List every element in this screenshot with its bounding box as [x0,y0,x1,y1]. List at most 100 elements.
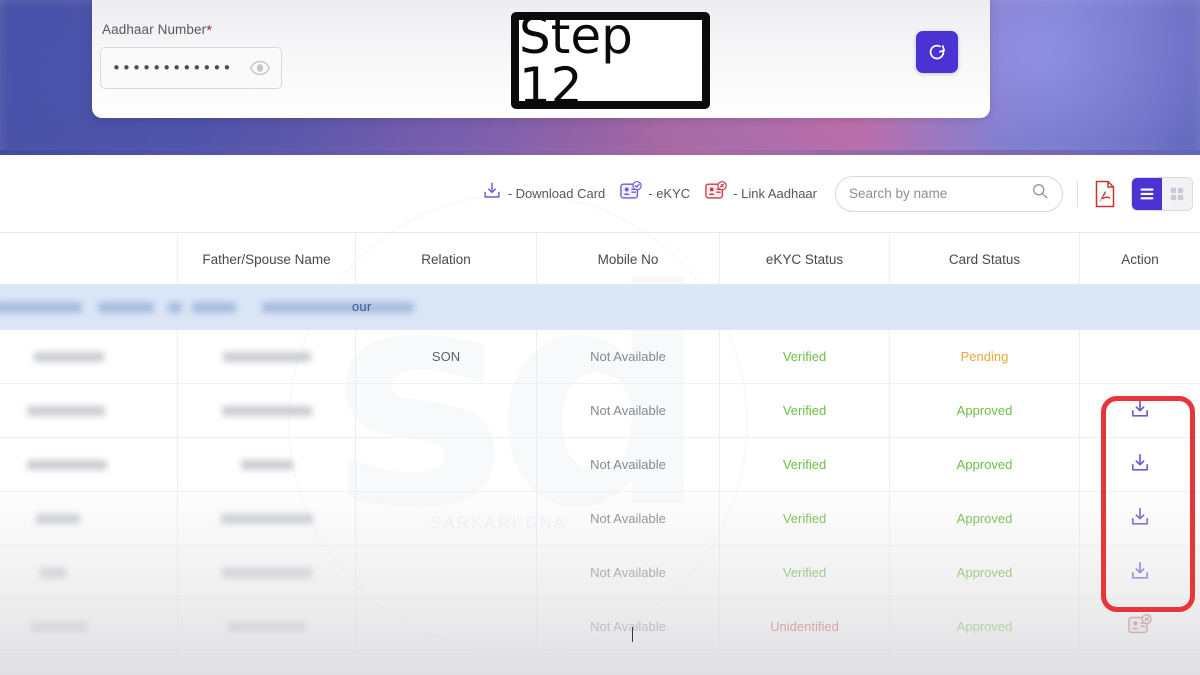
selected-row-visible-tail: our [352,299,372,314]
cell-relation [356,599,537,654]
cell-card-status: Pending [890,329,1080,384]
column-header-card-status[interactable]: Card Status [890,233,1080,286]
cell-mobile-no: Not Available [537,383,720,438]
cell-card-status: Approved [890,545,1080,600]
cell-ekyc-status: Verified [720,545,890,600]
link-aadhaar-button[interactable] [1127,613,1153,640]
text-cursor [632,627,633,642]
redacted-text [168,302,182,313]
cell-father-spouse [178,437,356,492]
download-card-button[interactable] [1128,397,1152,424]
search-box[interactable] [835,175,1063,212]
download-icon [1131,561,1149,579]
legend-link-aadhaar-label: - Link Aadhaar [733,186,817,201]
list-view-icon [1140,188,1154,199]
toolbar-divider [1077,180,1078,207]
grid-view-button[interactable] [1162,177,1192,210]
column-header-mobile-no[interactable]: Mobile No [537,233,720,286]
search-input[interactable] [849,186,1031,201]
aadhaar-number-input[interactable]: •••••••••••• [100,47,282,89]
cell-mobile-no: Not Available [537,599,720,654]
cell-father-spouse [178,599,356,654]
column-header-ekyc-status[interactable]: eKYC Status [720,233,890,286]
redacted-text [227,621,306,632]
cell-name [0,545,178,600]
redacted-text [98,302,154,313]
link-aadhaar-card-icon [704,180,728,207]
link-aadhaar-card-icon [1128,614,1152,634]
ekyc-card-icon [619,180,643,207]
table-row[interactable]: Not Available Verified Approved [0,545,1200,600]
app-screen: Aadhaar Number* •••••••••••• Step 12 sd … [0,0,1200,675]
cell-father-spouse [178,545,356,600]
download-icon [1131,507,1149,525]
redacted-text [30,621,87,632]
download-icon [481,180,503,207]
step-badge-label: Step 12 [519,6,633,115]
redacted-text [221,567,312,578]
cell-action [1080,600,1200,654]
redacted-text [35,513,80,524]
cell-ekyc-status: Verified [720,437,890,492]
table-row[interactable]: Not Available Verified Approved [0,491,1200,546]
eye-icon[interactable] [243,51,277,85]
step-badge: Step 12 [511,6,710,115]
member-table: Father/Spouse Name Relation Mobile No eK… [0,232,1200,654]
required-asterisk: * [206,22,213,39]
download-card-button[interactable] [1128,505,1152,532]
cell-action [1080,384,1200,438]
aadhaar-masked-value: •••••••••••• [112,60,233,76]
redacted-text [33,351,104,362]
cell-card-status: Approved [890,491,1080,546]
cell-name [0,383,178,438]
legend-link-aadhaar: - Link Aadhaar [704,180,817,207]
table-row[interactable]: SON Not Available Verified Pending [0,329,1200,384]
table-row[interactable]: Not Available Verified Approved [0,437,1200,492]
redacted-text [262,302,414,313]
cell-action [1080,546,1200,600]
view-toggle[interactable] [1132,177,1192,210]
refresh-button[interactable] [916,31,958,73]
table-row[interactable]: Not Available Verified Approved [0,383,1200,438]
cell-father-spouse [178,329,356,384]
download-card-button[interactable] [1128,559,1152,586]
refresh-icon [929,44,946,60]
table-toolbar: - Download Card - eKYC - Link Aadhaar Se… [0,155,1200,232]
cell-relation [356,383,537,438]
redacted-text [222,351,311,362]
cell-ekyc-status: Verified [720,491,890,546]
legend-ekyc-label: - eKYC [648,186,691,201]
column-header-action[interactable]: Action [1080,233,1200,286]
selected-summary-row[interactable]: our [0,285,1200,330]
cell-mobile-no: Not Available [537,437,720,492]
download-card-button[interactable] [1128,451,1152,478]
legend-download-card: - Download Card [481,180,606,207]
redacted-text [0,302,82,313]
cell-card-status: Approved [890,437,1080,492]
cell-ekyc-status: Verified [720,329,890,384]
legend-download-card-label: - Download Card [507,186,606,201]
download-icon [1131,453,1149,471]
column-header-name[interactable] [0,233,178,286]
cell-relation [356,545,537,600]
search-icon[interactable] [1031,182,1049,205]
table-row[interactable]: Not Available Unidentified Approved [0,599,1200,654]
cell-name [0,329,178,384]
cell-relation: SON [356,329,537,384]
column-header-father-spouse[interactable]: Father/Spouse Name [178,233,356,286]
redacted-text [192,302,236,313]
cell-ekyc-status: Verified [720,383,890,438]
cell-mobile-no: Not Available [537,491,720,546]
member-list-panel: sd SARKARI DNA - Download Card - eKYC - … [0,155,1200,675]
aadhaar-label-text: Aadhaar Number [102,22,207,37]
cell-mobile-no: Not Available [537,329,720,384]
cell-name [0,437,178,492]
grid-view-icon [1170,187,1184,200]
cell-card-status: Approved [890,599,1080,654]
table-header-row: Father/Spouse Name Relation Mobile No eK… [0,232,1200,286]
pdf-export-button[interactable] [1092,179,1118,209]
redacted-text [240,459,293,470]
action-legend: - Download Card - eKYC - Link Aadhaar [481,180,831,207]
column-header-relation[interactable]: Relation [356,233,537,286]
list-view-button[interactable] [1132,177,1162,210]
